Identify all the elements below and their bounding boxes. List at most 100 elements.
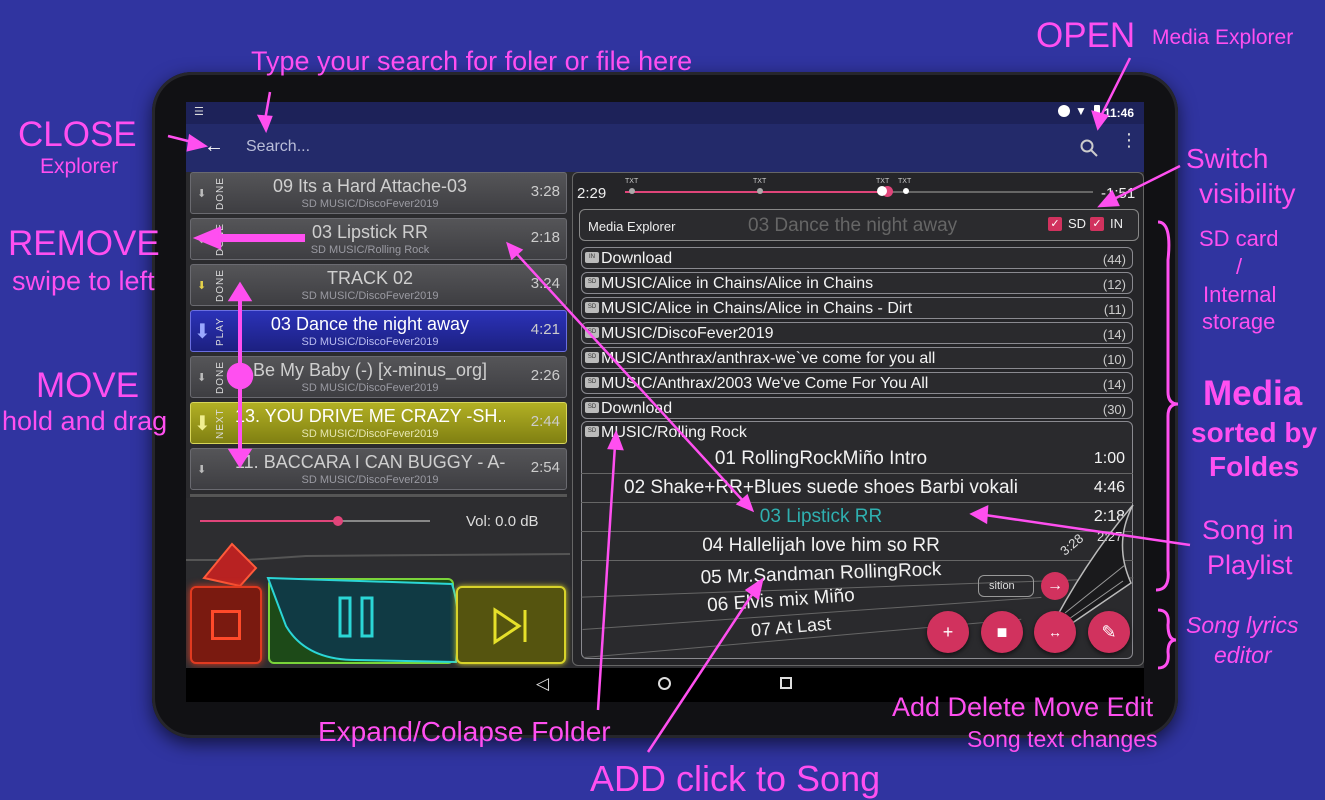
lyric-marker-dot <box>757 188 763 194</box>
delete-button[interactable]: ■ <box>981 611 1023 653</box>
folder-row[interactable]: SD MUSIC/Alice in Chains/Alice in Chains … <box>581 297 1133 319</box>
annotation-sd-3: Internal <box>1203 282 1277 307</box>
pause-button-curl[interactable] <box>266 574 466 666</box>
annotation-close-sub: Explorer <box>40 155 119 178</box>
item-duration: 4:21 <box>530 321 560 338</box>
sd-label: SD <box>1068 216 1087 231</box>
item-status <box>215 449 231 491</box>
search-icon[interactable] <box>1079 138 1099 158</box>
in-label: IN <box>1110 216 1123 231</box>
forward-arrow-icon[interactable]: → <box>1041 572 1069 600</box>
remaining-time: -1:51 <box>1101 185 1136 202</box>
lyric-marker[interactable]: TXT <box>876 178 889 185</box>
trash-icon: ■ <box>996 622 1008 642</box>
curl-duration-2: 2:27 <box>1097 529 1123 544</box>
item-duration: 3:24 <box>530 275 560 292</box>
drag-arrow-icon: ⬇ <box>197 280 207 292</box>
drag-arrow-icon: ⬇ <box>197 188 207 200</box>
song-row[interactable]: 01 RollingRockMiño Intro 1:00 <box>581 445 1133 474</box>
folder-count: (11) <box>1103 302 1126 317</box>
folder-row[interactable]: SD MUSIC/Anthrax/2003 We've Come For You … <box>581 372 1133 394</box>
back-arrow-icon[interactable]: ← <box>204 135 224 158</box>
folder-row[interactable]: SD MUSIC/Alice in Chains/Alice in Chains (… <box>581 272 1133 294</box>
annotation-switch-2: visibility <box>1199 178 1296 209</box>
plus-icon: + <box>942 622 954 642</box>
playlist-item[interactable]: ⬇ DONE 09 Its a Hard Attache-03 SD MUSIC… <box>190 172 567 214</box>
search-input[interactable]: Search... <box>246 138 310 156</box>
dnd-icon <box>1058 105 1070 117</box>
edit-button[interactable]: ✎ <box>1088 611 1130 653</box>
folder-name: MUSIC/Anthrax/2003 We've Come For You Al… <box>601 375 929 392</box>
folder-row[interactable]: SD Download (30) <box>581 397 1133 419</box>
move-button[interactable]: ↔ <box>1034 611 1076 653</box>
add-button[interactable]: + <box>927 611 969 653</box>
lyric-marker-dot <box>903 188 909 194</box>
position-button[interactable]: sition <box>978 575 1034 597</box>
toolbar: ← Search... ⋮ <box>186 124 1144 172</box>
annotation-expand: Expand/Colapse Folder <box>318 716 611 747</box>
drag-arrow-icon: ⬇ <box>194 321 211 343</box>
song-row[interactable]: 02 Shake+RR+Blues suede shoes Barbi voka… <box>581 474 1133 503</box>
nav-home-icon[interactable] <box>658 677 671 690</box>
annotation-move-sub: hold and drag <box>2 406 168 436</box>
lyric-marker[interactable]: TXT <box>753 178 766 185</box>
next-button[interactable] <box>456 586 566 664</box>
annotation-song-2: Playlist <box>1207 550 1293 580</box>
item-status: PLAY <box>215 317 226 347</box>
folder-icon: SD <box>585 277 599 288</box>
folder-name: MUSIC/Alice in Chains/Alice in Chains <box>601 275 874 292</box>
playlist-item[interactable]: ⬇ DONE 03 Lipstick RR SD MUSIC/Rolling R… <box>190 218 567 260</box>
folder-count: (12) <box>1102 277 1126 292</box>
item-title: 11. BACCARA I CAN BUGGY - A- <box>235 452 505 472</box>
drag-arrow-icon: ⬇ <box>197 372 207 384</box>
annotation-lyrics-2: editor <box>1214 642 1272 668</box>
app-notification-icon: ☰ <box>194 106 204 118</box>
annotation-media-3: Foldes <box>1209 451 1300 482</box>
in-checkbox[interactable]: ✓ <box>1090 217 1104 231</box>
nav-back-icon[interactable]: ◁ <box>536 674 549 694</box>
folder-name: MUSIC/Alice in Chains/Alice in Chains - … <box>601 300 913 317</box>
stop-icon <box>211 610 241 640</box>
volume-slider-thumb[interactable] <box>333 516 343 526</box>
lyric-marker-dot <box>629 188 635 194</box>
annotation-media-2: sorted by <box>1191 417 1318 448</box>
folder-icon: SD <box>585 377 599 388</box>
song-duration: 4:46 <box>1093 479 1125 496</box>
media-panel: 2:29 -1:51 TXT TXT TXT TXT Media Explore… <box>572 172 1144 666</box>
drag-arrow-icon: ⬇ <box>197 464 207 476</box>
folder-row[interactable]: SD MUSIC/Anthrax/anthrax-we`ve come for y… <box>581 347 1133 369</box>
elapsed-time: 2:29 <box>577 185 607 202</box>
item-title: 03 Dance the night away <box>270 314 470 334</box>
annotation-sd-2: / <box>1236 254 1243 279</box>
song-duration: 1:00 <box>1093 450 1125 467</box>
folder-row[interactable]: IN Download (44) <box>581 247 1133 269</box>
now-playing-ghost: 03 Dance the night away <box>748 215 958 236</box>
playlist-item-playing[interactable]: ⬇ PLAY 03 Dance the night away SD MUSIC/… <box>190 310 567 352</box>
playlist-item[interactable]: ⬇ DONE Be My Baby (-) [x-minus_org] SD M… <box>190 356 567 398</box>
folder-icon: SD <box>585 352 599 363</box>
item-duration: 2:18 <box>530 229 560 246</box>
pencil-icon: ✎ <box>1101 622 1117 642</box>
app-screen: ☰ ▼ 11:46 ← Search... ⋮ ⬇ DONE 09 Its a … <box>186 102 1144 702</box>
stop-button[interactable] <box>190 586 262 664</box>
folder-icon: SD <box>585 426 599 437</box>
sd-checkbox[interactable]: ✓ <box>1048 217 1062 231</box>
overflow-menu-icon[interactable]: ⋮ <box>1120 131 1138 149</box>
annotation-add: ADD click to Song <box>590 758 881 799</box>
item-path: SD MUSIC/DiscoFever2019 <box>301 474 439 486</box>
playlist-item[interactable]: ⬇ DONE TRACK 02 SD MUSIC/DiscoFever2019 … <box>190 264 567 306</box>
annotation-sd: SD card <box>1199 226 1279 251</box>
folder-icon: SD <box>585 327 599 338</box>
item-status: DONE <box>215 361 226 395</box>
playlist-item[interactable]: ⬇ 11. BACCARA I CAN BUGGY - A- SD MUSIC/… <box>190 448 567 490</box>
lyric-marker[interactable]: TXT <box>898 178 911 185</box>
folder-row[interactable]: SD MUSIC/DiscoFever2019 (14) <box>581 322 1133 344</box>
playlist-item-next[interactable]: ⬇ NEXT 13. YOU DRIVE ME CRAZY -SH... SD … <box>190 402 567 444</box>
volume-fill <box>200 520 338 522</box>
folder-name: MUSIC/Anthrax/anthrax-we`ve come for you… <box>601 350 936 367</box>
song-name: 02 Shake+RR+Blues suede shoes Barbi voka… <box>624 477 1018 498</box>
nav-recents-icon[interactable] <box>780 677 792 689</box>
lyric-marker[interactable]: TXT <box>625 178 638 185</box>
item-title: 09 Its a Hard Attache-03 <box>272 176 468 196</box>
explorer-label: Media Explorer <box>588 219 676 234</box>
